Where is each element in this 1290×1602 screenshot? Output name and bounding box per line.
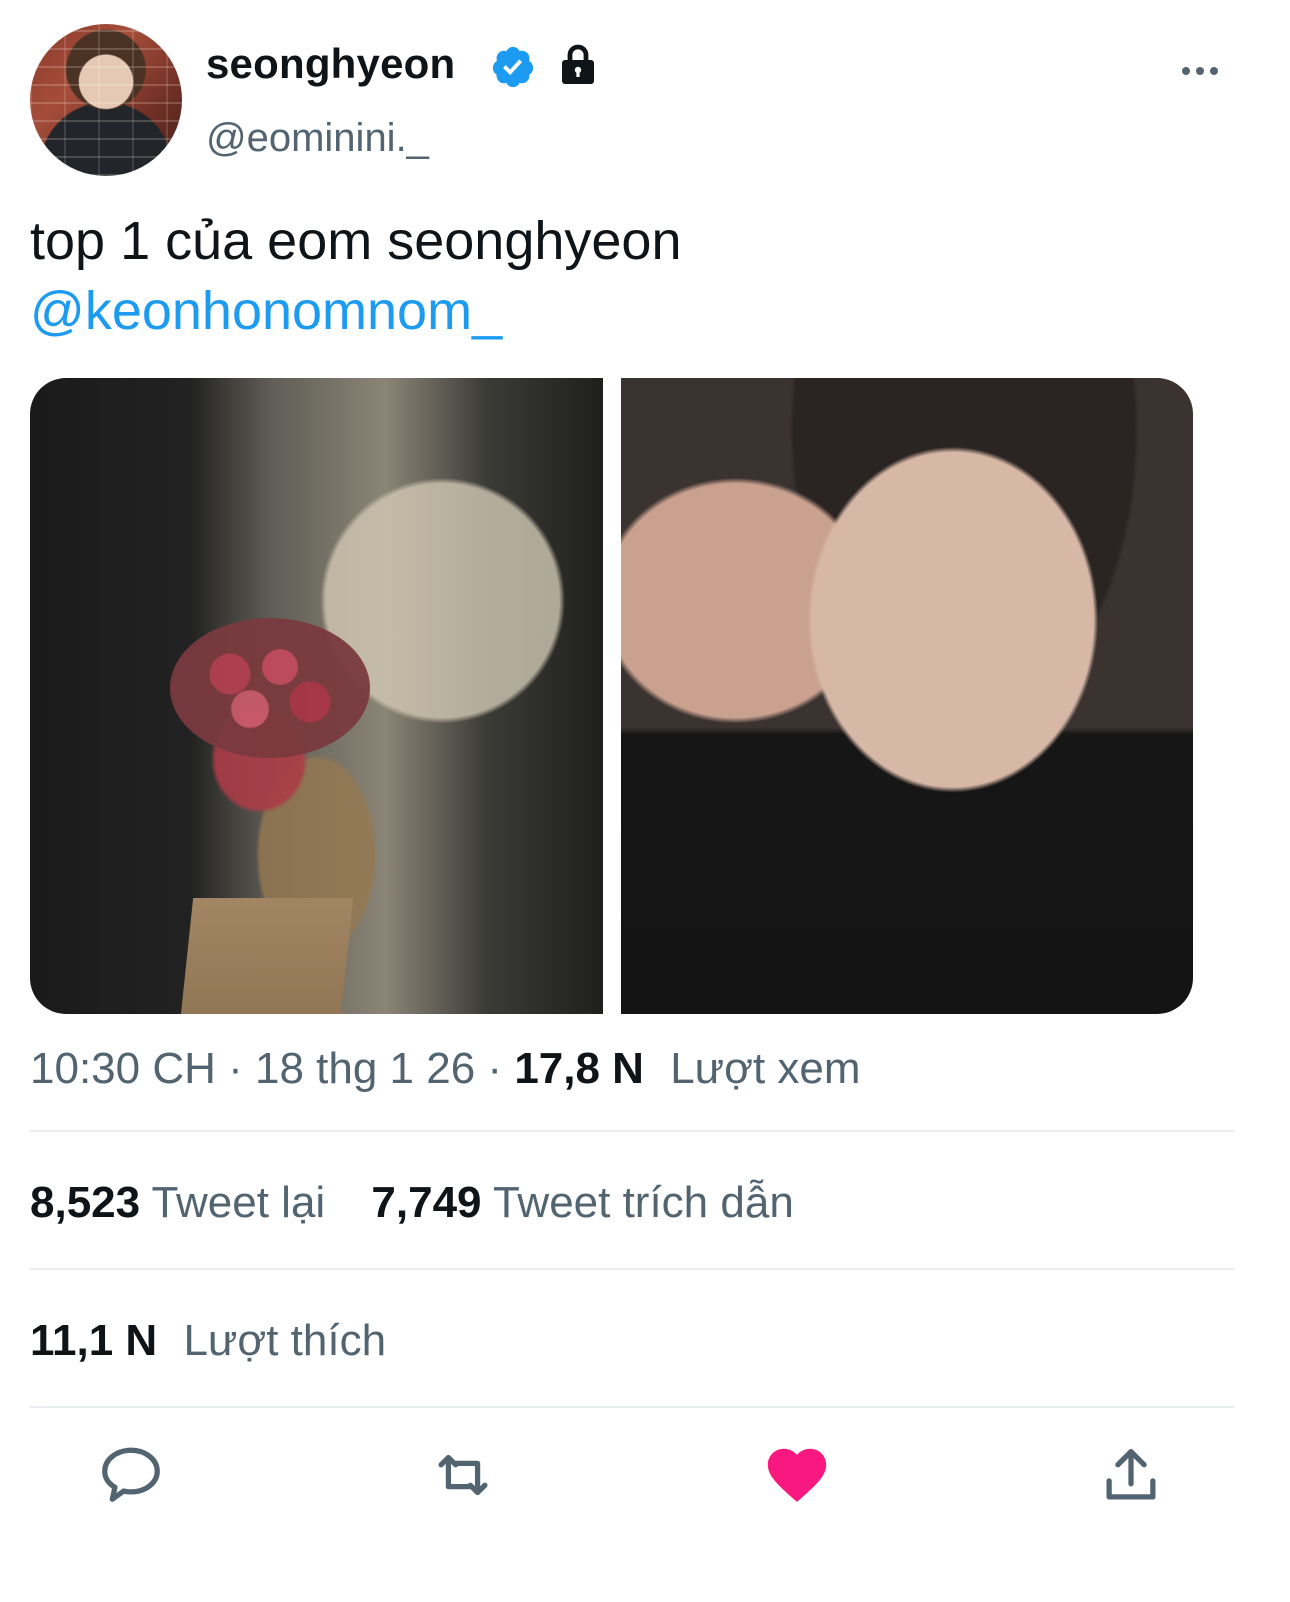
retweets-link[interactable]: 8,523 Tweet lại	[30, 1178, 325, 1227]
avatar[interactable]	[30, 24, 182, 176]
views-count: 17,8 N	[514, 1044, 644, 1093]
retweet-icon	[438, 1454, 488, 1496]
retweet-button[interactable]	[428, 1440, 498, 1510]
tweet-text-line: top 1 của eom seonghyeon	[30, 211, 682, 271]
divider	[30, 1268, 1234, 1270]
media-grid	[30, 378, 1193, 1014]
display-name[interactable]: seonghyeon	[206, 40, 455, 88]
handle[interactable]: @eominini._	[206, 116, 429, 161]
share-icon	[1106, 1449, 1156, 1500]
quotes-count: 7,749	[371, 1178, 482, 1227]
tweet-meta: 10:30 CH · 18 thg 1 26 · 17,8 N Lượt xem	[30, 1044, 861, 1094]
like-stats[interactable]: 11,1 N Lượt thích	[30, 1316, 386, 1366]
reply-icon	[102, 1447, 160, 1502]
tweet-time: 10:30 CH	[30, 1044, 216, 1093]
divider	[30, 1130, 1234, 1132]
tweet-text: top 1 của eom seonghyeon @keonhonomnom_	[30, 206, 1230, 346]
more-options-icon[interactable]	[1178, 56, 1222, 86]
heart-icon	[767, 1448, 827, 1502]
likes-label: Lượt thích	[183, 1316, 387, 1365]
retweets-count: 8,523	[30, 1178, 141, 1227]
meta-separator: ·	[215, 1044, 255, 1093]
divider	[30, 1406, 1234, 1408]
quotes-label: Tweet trích dẫn	[492, 1178, 794, 1227]
photo-flowers-bags[interactable]	[30, 378, 603, 1014]
views-label: Lượt xem	[670, 1044, 861, 1093]
meta-separator: ·	[475, 1044, 515, 1093]
photo-selfie[interactable]	[620, 378, 1193, 1014]
retweets-label: Tweet lại	[151, 1178, 326, 1227]
mention-link[interactable]: @keonhonomnom_	[30, 276, 1230, 346]
verified-badge-icon	[492, 46, 534, 88]
share-button[interactable]	[1096, 1440, 1166, 1510]
lock-icon	[562, 44, 594, 84]
tweet-date: 18 thg 1 26	[255, 1044, 476, 1093]
quotes-link[interactable]: 7,749 Tweet trích dẫn	[371, 1178, 793, 1227]
reply-button[interactable]	[96, 1440, 166, 1510]
retweet-stats: 8,523 Tweet lại 7,749 Tweet trích dẫn	[30, 1178, 794, 1228]
likes-count: 11,1 N	[30, 1316, 158, 1365]
like-button[interactable]	[762, 1440, 832, 1510]
